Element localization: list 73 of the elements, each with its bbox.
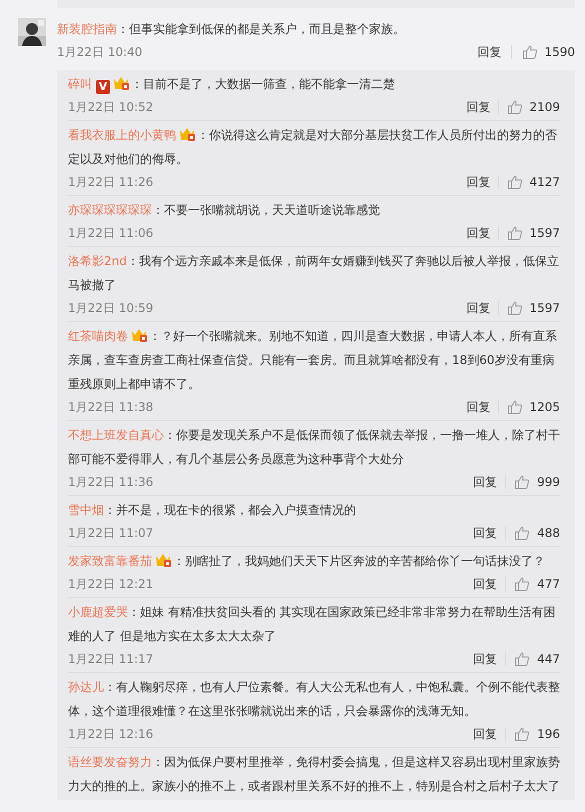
comment-time: 1月22日 11:17 <box>68 651 154 668</box>
reply-text: 洛希影2nd：我有个远方亲戚本来是低保，前两年女婿赚到钱买了奔驰以后被人举报，低保立马被撤了 <box>68 254 559 292</box>
reply-link[interactable]: 回复 <box>466 173 490 191</box>
reply-text: 语丝要发奋努力：因为低保户要村里推举，免得村委会搞鬼，但是这样又容易出现村里家族势力大的推的上。家族小的推不上，或者跟村里关系不好的推不上，特别是合村之后村子太大了 <box>68 755 560 793</box>
thumbs-up-icon[interactable] <box>514 474 530 490</box>
user-name[interactable]: 看我衣服上的小黄鸭 <box>68 128 176 142</box>
thumbs-up-icon[interactable] <box>514 651 530 667</box>
crown-badge-icon <box>179 126 197 142</box>
user-name[interactable]: 语丝要发奋努力 <box>68 755 152 769</box>
thumbs-up-icon[interactable] <box>507 174 524 190</box>
like-count: 2109 <box>529 99 560 116</box>
comment-time: 1月22日 11:07 <box>68 525 154 542</box>
comment-time: 1月22日 11:26 <box>68 174 154 191</box>
user-name[interactable]: 雪中烟 <box>68 503 104 517</box>
reply-link[interactable]: 回复 <box>473 575 497 593</box>
reply-link[interactable]: 回复 <box>466 98 490 116</box>
user-name[interactable]: 发家致富靠番茄 <box>68 554 152 568</box>
user-name[interactable]: 新装腔指南 <box>57 22 117 36</box>
comment-text: 新装腔指南：但事实能拿到低保的都是关系户，而且是整个家族。 <box>57 22 405 36</box>
reply-link[interactable]: 回复 <box>473 725 497 743</box>
reply-text: 小鹿超爱哭：姐妹 有精准扶贫回头看的 其实现在国家政策已经非常非常努力在帮助生活有困难的人了 但是地方实在太多太大太杂了 <box>68 605 556 643</box>
reply-text: 碎叫 V ：目前不是了，大数据一筛查，能不能拿一清二楚 <box>68 77 395 91</box>
comment-time: 1月22日 12:21 <box>68 576 154 593</box>
like-count: 4127 <box>529 174 560 191</box>
thumbs-up-icon[interactable] <box>507 225 524 241</box>
user-name[interactable]: 洛希影2nd <box>68 254 127 268</box>
verified-badge: V <box>96 80 110 94</box>
reply-text: 孙达儿：有人鞠躬尽瘁，也有人尸位素餐。有人大公无私也有人，中饱私囊。个例不能代表整体，这个道理很难懂？在这里张张嘴就说出来的话，只会暴露你的浅薄无知。 <box>68 680 560 718</box>
reply-link[interactable]: 回复 <box>477 43 502 61</box>
like-count: 488 <box>536 525 560 542</box>
comment-time: 1月22日 10:40 <box>57 44 142 61</box>
crown-badge-icon <box>113 75 131 91</box>
comment-time: 1月22日 11:36 <box>68 474 154 491</box>
like-count: 477 <box>536 576 560 593</box>
reply-link[interactable]: 回复 <box>473 473 497 491</box>
like-count: 1597 <box>529 300 560 317</box>
reply-link[interactable]: 回复 <box>473 650 497 668</box>
thumbs-up-icon[interactable] <box>507 300 524 316</box>
like-count: 1590 <box>544 44 575 61</box>
reply-link[interactable]: 回复 <box>466 299 490 317</box>
user-name[interactable]: 亦琛琛琛琛琛琛 <box>68 203 152 217</box>
reply-link[interactable]: 回复 <box>473 524 497 542</box>
crown-badge-icon <box>131 327 149 343</box>
comment-time: 1月22日 11:06 <box>68 225 154 242</box>
comment-time: 1月22日 12:16 <box>68 726 154 743</box>
like-count: 999 <box>536 474 560 491</box>
thumbs-up-icon[interactable] <box>514 525 530 541</box>
user-name[interactable]: 碎叫 <box>68 77 92 91</box>
reply-text: 亦琛琛琛琛琛琛：不要一张嘴就胡说，天天道听途说靠感觉 <box>68 203 380 217</box>
comment-time: 1月22日 10:59 <box>68 300 154 317</box>
reply-text: 雪中烟：并不是，现在卡的很紧，都会入户摸查情况的 <box>68 503 356 517</box>
reply-text: 红茶喵肉卷 ：？好一个张嘴就来。别地不知道，四川是查大数据，申请人本人，所有直系亲属，查车查房查工商社保查信贷。只能有一套房。而且就算啥都没有，18到60岁没有重病重残原则上都申请不了。 <box>68 329 557 391</box>
like-count: 1205 <box>529 399 560 416</box>
thumbs-up-icon[interactable] <box>522 44 538 60</box>
reply-link[interactable]: 回复 <box>466 398 490 416</box>
thumbs-up-icon[interactable] <box>514 576 530 592</box>
user-name[interactable]: 不想上班发自真心 <box>68 428 164 442</box>
user-name[interactable]: 孙达儿 <box>68 680 104 694</box>
thumbs-up-icon[interactable] <box>514 726 530 742</box>
reply-link[interactable]: 回复 <box>466 224 490 242</box>
thumbs-up-icon[interactable] <box>507 99 524 115</box>
comment-time: 1月22日 11:38 <box>68 399 154 416</box>
reply-text: 发家致富靠番茄 ：别瞎扯了，我妈她们天天下片区奔波的辛苦都给你丫一句话抹没了？ <box>68 554 545 568</box>
reply-text: 看我衣服上的小黄鸭 ：你说得这么肯定就是对大部分基层扶贫工作人员所付出的努力的否定以及对他们的侮辱。 <box>68 128 557 166</box>
comment-time: 1月22日 10:52 <box>68 99 154 116</box>
thumbs-up-icon[interactable] <box>507 399 524 415</box>
user-name[interactable]: 小鹿超爱哭 <box>68 605 128 619</box>
like-count: 1597 <box>529 225 560 242</box>
reply-text: 不想上班发自真心：你要是发现关系户不是低保而领了低保就去举报，一撸一堆人，除了村干部可能不爱得罪人，有几个基层公务员愿意为这种事背个大处分 <box>68 428 560 466</box>
like-count: 447 <box>536 651 560 668</box>
user-name[interactable]: 红茶喵肉卷 <box>68 329 128 343</box>
crown-badge-icon <box>155 552 173 568</box>
like-count: 196 <box>536 726 560 743</box>
